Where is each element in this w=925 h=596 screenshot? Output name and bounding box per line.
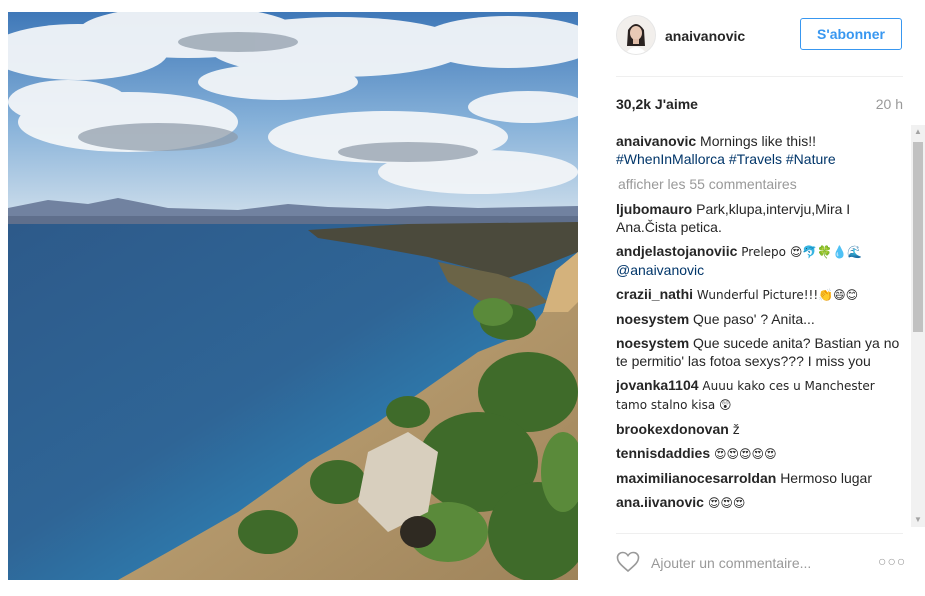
comments-scrollbar[interactable]: ▲ ▼ [911, 125, 925, 527]
comments-list: anaivanovic Mornings like this!! #WhenIn… [616, 132, 906, 526]
comment-username[interactable]: ana.iivanovic [616, 494, 704, 510]
caption-text: Mornings like this!! [700, 133, 816, 149]
hashtag-link[interactable]: #Travels [729, 151, 782, 167]
comment-username[interactable]: tennisdaddies [616, 445, 710, 461]
comment-input[interactable] [651, 553, 851, 573]
divider [616, 533, 903, 534]
list-item: tennisdaddies 😍😍😍😍😍 [616, 444, 906, 463]
hashtag-link[interactable]: #WhenInMallorca [616, 151, 725, 167]
profile-photo [617, 16, 655, 54]
coastal-landscape-image [8, 12, 578, 580]
list-item: andjelastojanoviic Prelepo 😍🐬🍀💧🌊 @anaiva… [616, 242, 906, 279]
scroll-down-arrow-icon[interactable]: ▼ [911, 513, 925, 527]
more-dots-icon[interactable]: ○○○ [878, 553, 906, 569]
comment-username[interactable]: crazii_nathi [616, 286, 693, 302]
comment-username[interactable]: andjelastojanoviic [616, 243, 737, 259]
comment-text: ž [732, 421, 740, 437]
view-all-comments-link[interactable]: afficher les 55 commentaires [618, 175, 906, 193]
comment-username[interactable]: noesystem [616, 311, 689, 327]
comment-username[interactable]: jovanka1104 [616, 377, 699, 393]
list-item: jovanka1104 Auuu kako ces u Manchester t… [616, 376, 906, 414]
list-item: noesystem Que paso' ? Anita... [616, 310, 906, 328]
avatar[interactable] [616, 15, 656, 55]
post-sidebar: anaivanovic S'abonner 30,2k J'aime 20 h … [578, 0, 925, 596]
comment-text: Prelepo 😍🐬🍀💧🌊 [741, 245, 863, 259]
post-header: anaivanovic S'abonner [578, 0, 925, 72]
comment-text: Wunderful Picture!!!👏😄😊 [696, 288, 859, 302]
comment-text: Hermoso lugar [780, 470, 873, 486]
list-item: ana.iivanovic 😍😍😍 [616, 493, 906, 512]
comment-text: Que paso' ? Anita... [693, 311, 815, 327]
list-item: noesystem Que sucede anita? Bastian ya n… [616, 334, 906, 370]
comment-username[interactable]: ljubomauro [616, 201, 692, 217]
comment-text: 😍😍😍 [707, 496, 746, 510]
username-link[interactable]: anaivanovic [665, 28, 745, 44]
caption: anaivanovic Mornings like this!! #WhenIn… [616, 132, 906, 168]
comment-text: 😍😍😍😍😍 [714, 447, 777, 461]
mention-link[interactable]: @anaivanovic [616, 262, 704, 278]
list-item: maximilianocesarroldan Hermoso lugar [616, 469, 906, 487]
list-item: brookexdonovan ž [616, 420, 906, 438]
comment-username[interactable]: maximilianocesarroldan [616, 470, 776, 486]
list-item: ljubomauro Park,klupa,intervju,Mira I An… [616, 200, 906, 236]
list-item: crazii_nathi Wunderful Picture!!!👏😄😊 [616, 285, 906, 304]
divider [616, 76, 903, 77]
likes-count[interactable]: 30,2k J'aime [616, 96, 698, 112]
follow-button[interactable]: S'abonner [800, 18, 902, 50]
post-time[interactable]: 20 h [876, 96, 903, 112]
heart-icon[interactable] [616, 551, 640, 573]
comment-username[interactable]: brookexdonovan [616, 421, 729, 437]
hashtag-link[interactable]: #Nature [786, 151, 836, 167]
scroll-up-arrow-icon[interactable]: ▲ [911, 125, 925, 139]
post-photo[interactable] [8, 12, 578, 580]
scrollbar-thumb[interactable] [913, 142, 923, 332]
comment-username[interactable]: noesystem [616, 335, 689, 351]
caption-username[interactable]: anaivanovic [616, 133, 696, 149]
